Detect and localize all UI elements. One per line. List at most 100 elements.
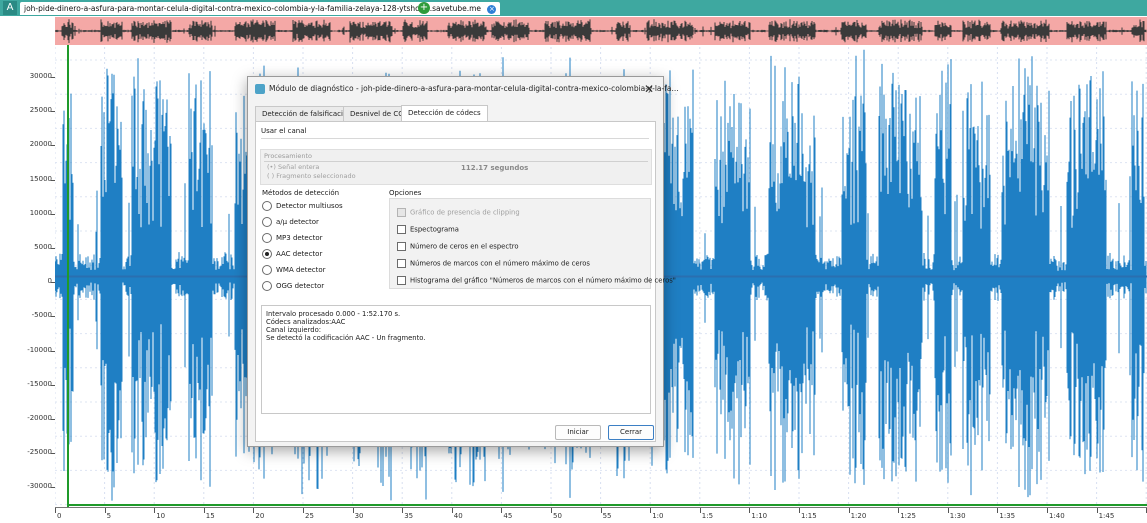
y-tick-label: -25000: [27, 448, 52, 457]
checkbox-icon: [397, 259, 406, 268]
method-label: a/µ detector: [276, 218, 319, 226]
result-line: Códecs analizados:AAC: [266, 318, 346, 326]
x-tick-mark: [997, 508, 999, 513]
y-tick-label: -30000: [27, 482, 52, 491]
radio-checked-icon: [262, 249, 272, 259]
result-text-area[interactable]: Intervalo procesado 0.000 - 1:52.170 s. …: [261, 305, 651, 414]
dialog-title: Módulo de diagnóstico - joh-pide-dinero-…: [269, 84, 679, 93]
x-tick-label: 1:20: [850, 512, 867, 520]
tab-codec-detection[interactable]: Detección de códecs: [401, 105, 488, 122]
option-label: Números de marcos con el número máximo d…: [410, 259, 590, 268]
x-tick-mark: [55, 508, 56, 513]
close-tab-icon[interactable]: ×: [487, 4, 497, 14]
radio-icon: [262, 233, 272, 243]
detection-methods-title: Métodos de detección: [262, 189, 340, 197]
option-label: Espectograma: [410, 225, 459, 234]
x-tick-label: 1:40: [1049, 512, 1065, 520]
selection-start-marker[interactable]: [67, 45, 69, 508]
method-alaw-mulaw-detector[interactable]: a/µ detector: [262, 217, 319, 227]
x-tick-mark: [1047, 508, 1048, 513]
y-tick-label: 30000: [29, 72, 52, 80]
checkbox-icon: [397, 208, 406, 217]
y-tick-label: 10000: [29, 208, 52, 217]
option-zeros-in-spectrum[interactable]: Número de ceros en el espectro: [397, 242, 519, 251]
method-mp3-detector[interactable]: MP3 detector: [262, 233, 323, 243]
option-frames-max-zeros[interactable]: Números de marcos con el número máximo d…: [397, 259, 590, 268]
x-tick-mark: [650, 508, 652, 513]
x-tick-mark: [551, 508, 552, 513]
whole-signal-option: (•) Señal entera: [267, 163, 320, 171]
x-tick-label: 1:0: [652, 512, 664, 520]
option-histogram-frames-max-zeros[interactable]: Histograma del gráfico "Números de marco…: [397, 276, 676, 285]
x-tick-label: 55: [602, 512, 612, 520]
x-tick-label: 0: [57, 512, 62, 520]
x-tick-label: 45: [503, 512, 513, 520]
amplitude-axis: 30000 25000 20000 15000 10000 5000 0 -5000 -1000…: [0, 47, 56, 506]
close-icon[interactable]: ✕: [641, 81, 657, 97]
tab-bar: A joh-pide-dinero-a-asfura-para-montar-c…: [0, 0, 1147, 16]
x-tick-label: 1:10: [751, 512, 768, 520]
checkbox-icon: [397, 225, 406, 234]
x-tick-mark: [947, 508, 949, 513]
x-tick-label: 1:35: [999, 512, 1016, 520]
codec-detection-panel: Usar el canal Procesamiento (•) Señal en…: [255, 121, 676, 442]
dialog-titlebar[interactable]: Módulo de diagnóstico - joh-pide-dinero-…: [248, 77, 679, 101]
y-tick-label: -5000: [31, 311, 52, 320]
radio-icon: [262, 217, 272, 227]
y-tick-label: -10000: [27, 345, 52, 354]
x-tick-label: 40: [453, 512, 463, 520]
x-tick-label: 1:45: [1098, 512, 1115, 520]
x-tick-label: 1:30: [949, 512, 966, 520]
x-tick-label: 5: [106, 512, 112, 520]
method-multi-detector[interactable]: Detector multiusos: [262, 201, 343, 211]
result-line: Canal izquierdo:: [266, 326, 322, 334]
use-channel-label[interactable]: Usar el canal: [261, 127, 306, 135]
x-tick-label: 35: [404, 512, 414, 520]
x-tick-mark: [1096, 508, 1098, 513]
x-tick-label: 1:15: [801, 512, 817, 520]
x-tick-label: 1:5: [701, 512, 714, 520]
diagnostic-dialog: Módulo de diagnóstico - joh-pide-dinero-…: [247, 76, 679, 447]
method-aac-detector[interactable]: AAC detector: [262, 249, 322, 259]
x-tick-mark: [104, 508, 106, 513]
x-tick-mark: [749, 508, 751, 513]
close-button[interactable]: Cerrar: [608, 425, 654, 440]
app-letter-badge: A: [3, 1, 17, 15]
option-spectrogram[interactable]: Espectograma: [397, 225, 459, 234]
start-button[interactable]: Iniciar: [555, 425, 601, 440]
overview-signal: [55, 19, 1147, 43]
time-axis: 0 5 10 15 20 25 30 35 40 45 50 55 1:0 1:5 1:10 1:15 1:20…: [55, 507, 1147, 523]
option-label: Número de ceros en el espectro: [410, 242, 519, 251]
divider: [264, 161, 648, 162]
options-title: Opciones: [389, 189, 422, 197]
x-tick-label: 50: [553, 512, 562, 520]
options-group: Gráfico de presencia de clipping Especto…: [389, 198, 676, 289]
x-tick-label: 30: [354, 512, 364, 520]
x-tick-mark: [699, 508, 701, 513]
method-label: Detector multiusos: [276, 202, 343, 210]
x-tick-label: 15: [205, 512, 215, 520]
x-tick-mark: [848, 508, 850, 513]
x-tick-mark: [501, 508, 503, 513]
processing-label: Procesamiento: [264, 152, 313, 160]
option-label: Histograma del gráfico "Números de marco…: [410, 276, 676, 285]
processing-group: Procesamiento (•) Señal entera ( ) Fragm…: [260, 149, 652, 185]
divider: [261, 138, 649, 139]
option-label: Gráfico de presencia de clipping: [410, 208, 520, 217]
method-label: WMA detector: [276, 266, 326, 274]
x-tick-mark: [154, 508, 156, 513]
method-ogg-detector[interactable]: OGG detector: [262, 281, 324, 291]
file-tab-label: joh-pide-dinero-a-asfura-para-montar-cel…: [24, 4, 482, 13]
new-tab-icon[interactable]: +: [418, 2, 430, 14]
method-label: MP3 detector: [276, 234, 323, 242]
x-tick-mark: [203, 508, 205, 513]
radio-icon: [262, 281, 272, 291]
x-tick-label: 1:25: [900, 512, 916, 520]
app-icon: [255, 84, 265, 94]
selection-bottom-marker: [67, 504, 1147, 506]
overview-waveform: [55, 19, 1147, 43]
x-tick-label: 25: [305, 512, 314, 520]
overview-waveform-strip[interactable]: [55, 17, 1147, 45]
method-wma-detector[interactable]: WMA detector: [262, 265, 326, 275]
option-clipping-graph: Gráfico de presencia de clipping: [397, 208, 520, 217]
